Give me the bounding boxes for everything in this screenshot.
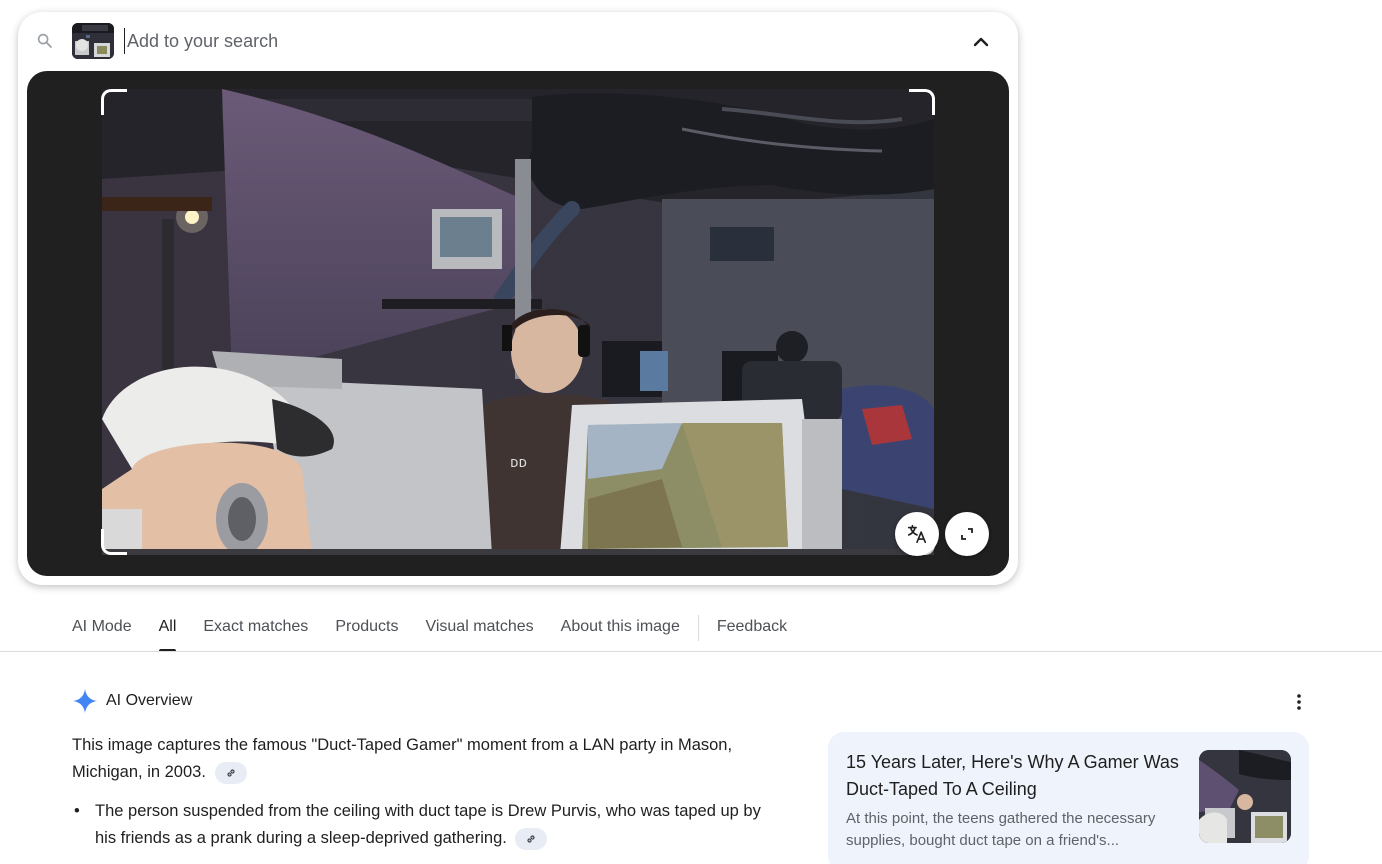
link-icon [527, 835, 536, 843]
tab-exact-matches[interactable]: Exact matches [203, 612, 308, 652]
ai-overview-summary: This image captures the famous "Duct-Tap… [72, 732, 772, 786]
source-card[interactable]: 15 Years Later, Here's Why A Gamer Was D… [828, 732, 1309, 864]
tab-feedback[interactable]: Feedback [717, 612, 787, 652]
expand-icon [961, 528, 973, 540]
translate-icon [907, 524, 927, 544]
search-bar [18, 12, 1018, 70]
ai-overview-summary-text: This image captures the famous "Duct-Tap… [72, 736, 733, 781]
link-icon [226, 769, 235, 777]
expand-button[interactable] [945, 512, 989, 556]
crop-corner-bottom-left[interactable] [101, 529, 127, 555]
more-vert-icon[interactable] [1290, 692, 1308, 712]
sparkle-icon [73, 689, 97, 713]
ai-overview-header: AI Overview [72, 688, 192, 714]
crop-corner-top-left[interactable] [101, 89, 127, 115]
tab-all[interactable]: All [158, 612, 176, 652]
query-image[interactable]: ᴅᴅ [102, 89, 934, 555]
source-link-chip[interactable] [214, 761, 247, 784]
tab-divider [697, 615, 699, 641]
tab-visual-matches[interactable]: Visual matches [425, 612, 533, 652]
source-link-chip[interactable] [515, 827, 548, 850]
results-tabs: AI Mode All Exact matches Products Visua… [72, 612, 814, 652]
ai-overview-bullet: The person suspended from the ceiling wi… [72, 798, 782, 852]
tab-about-this-image[interactable]: About this image [561, 612, 680, 652]
ai-overview-bullet-text: The person suspended from the ceiling wi… [95, 802, 761, 847]
query-image-thumbnail[interactable] [72, 23, 114, 59]
tab-products[interactable]: Products [335, 612, 398, 652]
crop-corner-top-right[interactable] [909, 89, 935, 115]
search-input[interactable] [124, 28, 944, 54]
lens-search-card: ᴅᴅ [18, 12, 1018, 585]
page: ᴅᴅ [0, 0, 1382, 864]
search-icon[interactable] [36, 32, 54, 50]
source-card-thumbnail[interactable] [1199, 750, 1291, 843]
ai-overview-title: AI Overview [106, 692, 193, 709]
chevron-up-icon[interactable] [968, 29, 994, 55]
tab-ai-mode[interactable]: AI Mode [72, 612, 132, 652]
source-card-title[interactable]: 15 Years Later, Here's Why A Gamer Was D… [846, 749, 1186, 803]
image-viewer: ᴅᴅ [27, 71, 1009, 576]
svg-text:ᴅᴅ: ᴅᴅ [510, 455, 527, 471]
source-card-snippet: At this point, the teens gathered the ne… [846, 810, 1156, 849]
tabs-divider-line [0, 651, 1382, 652]
translate-button[interactable] [895, 512, 939, 556]
